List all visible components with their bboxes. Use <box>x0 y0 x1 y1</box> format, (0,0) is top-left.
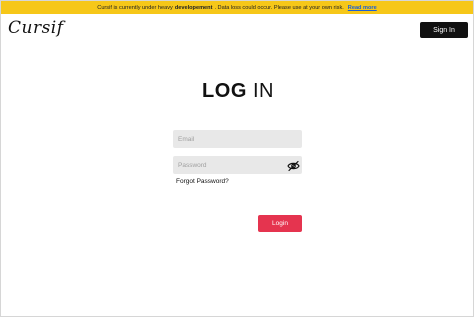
banner-bold-text: developement <box>174 4 213 11</box>
banner-text-after: . Data loss could occur. Please use at y… <box>214 4 344 11</box>
page-title-rest: IN <box>252 80 274 102</box>
page-title-bold: LOG <box>202 80 247 102</box>
banner-text: Cursif is currently under heavy <box>97 4 173 11</box>
email-field[interactable] <box>173 130 302 148</box>
logo[interactable]: Cursif <box>8 18 64 38</box>
forgot-password-link[interactable]: Forgot Password? <box>176 178 229 185</box>
sign-in-button[interactable]: Sign In <box>420 22 468 38</box>
password-field[interactable] <box>173 156 302 174</box>
eye-slash-icon[interactable] <box>287 159 300 172</box>
page-title: LOG IN <box>1 80 474 103</box>
read-more-link[interactable]: Read more <box>348 5 377 11</box>
warning-banner: Cursif is currently under heavy develope… <box>1 1 473 14</box>
login-button[interactable]: Login <box>258 215 302 232</box>
